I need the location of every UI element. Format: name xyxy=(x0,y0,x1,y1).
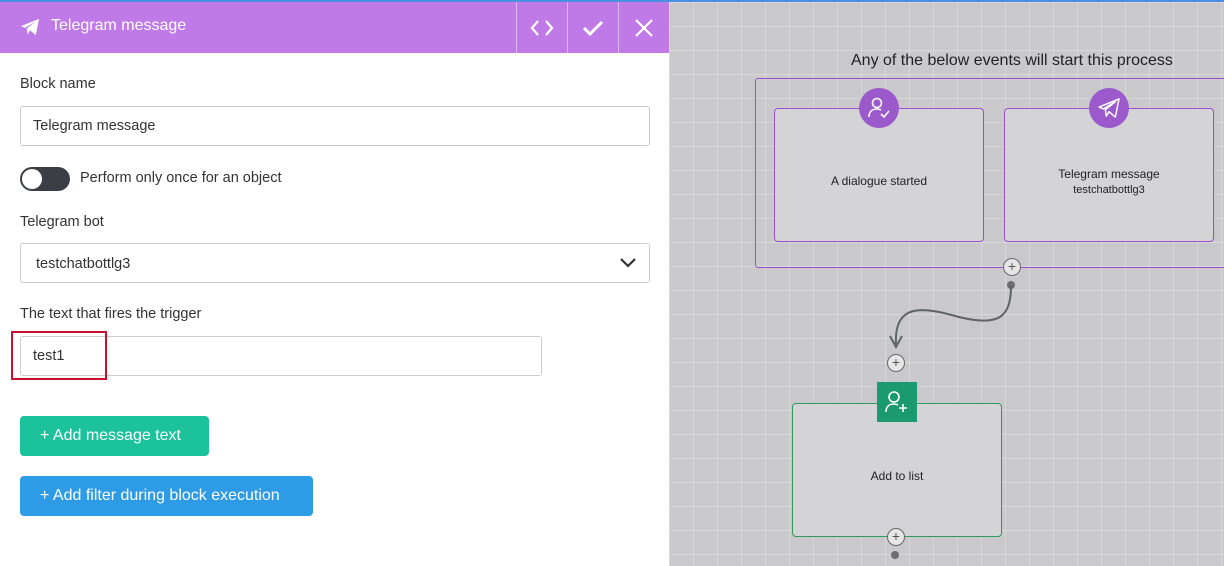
telegram-bot-value: testchatbottlg3 xyxy=(36,256,131,272)
add-step-plus-icon[interactable]: + xyxy=(887,354,905,372)
trigger-text-label: The text that fires the trigger xyxy=(20,306,202,322)
process-canvas[interactable]: Any of the below events will start this … xyxy=(669,2,1224,566)
save-block-button[interactable] xyxy=(567,2,618,53)
toggle-knob xyxy=(22,169,42,189)
trigger-text-input[interactable] xyxy=(20,336,542,376)
perform-once-label: Perform only once for an object xyxy=(80,170,282,186)
close-panel-button[interactable] xyxy=(618,2,669,53)
check-icon xyxy=(582,20,604,36)
block-settings-panel: Telegram message Block name Perform only… xyxy=(0,2,669,566)
block-name-input[interactable] xyxy=(20,106,650,146)
top-accent-strip xyxy=(0,0,1224,2)
add-filter-button[interactable]: + Add filter during block execution xyxy=(20,476,313,516)
code-view-button[interactable] xyxy=(516,2,567,53)
perform-once-toggle[interactable] xyxy=(20,167,70,191)
telegram-bot-label: Telegram bot xyxy=(20,214,104,230)
close-icon xyxy=(635,18,653,37)
panel-header: Telegram message xyxy=(0,2,669,53)
panel-title: Telegram message xyxy=(51,17,187,34)
telegram-icon xyxy=(21,18,39,36)
add-step-plus-icon[interactable]: + xyxy=(887,528,905,546)
block-name-label: Block name xyxy=(20,76,96,92)
add-to-list-node[interactable]: Add to list xyxy=(792,403,1002,537)
connector-dot xyxy=(891,551,899,559)
user-add-icon xyxy=(877,382,917,422)
chevron-down-icon xyxy=(620,258,636,268)
add-message-text-button[interactable]: + Add message text xyxy=(20,416,209,456)
node-title: Add to list xyxy=(870,469,924,483)
code-icon xyxy=(530,19,554,36)
telegram-bot-select[interactable]: testchatbottlg3 xyxy=(20,243,650,283)
